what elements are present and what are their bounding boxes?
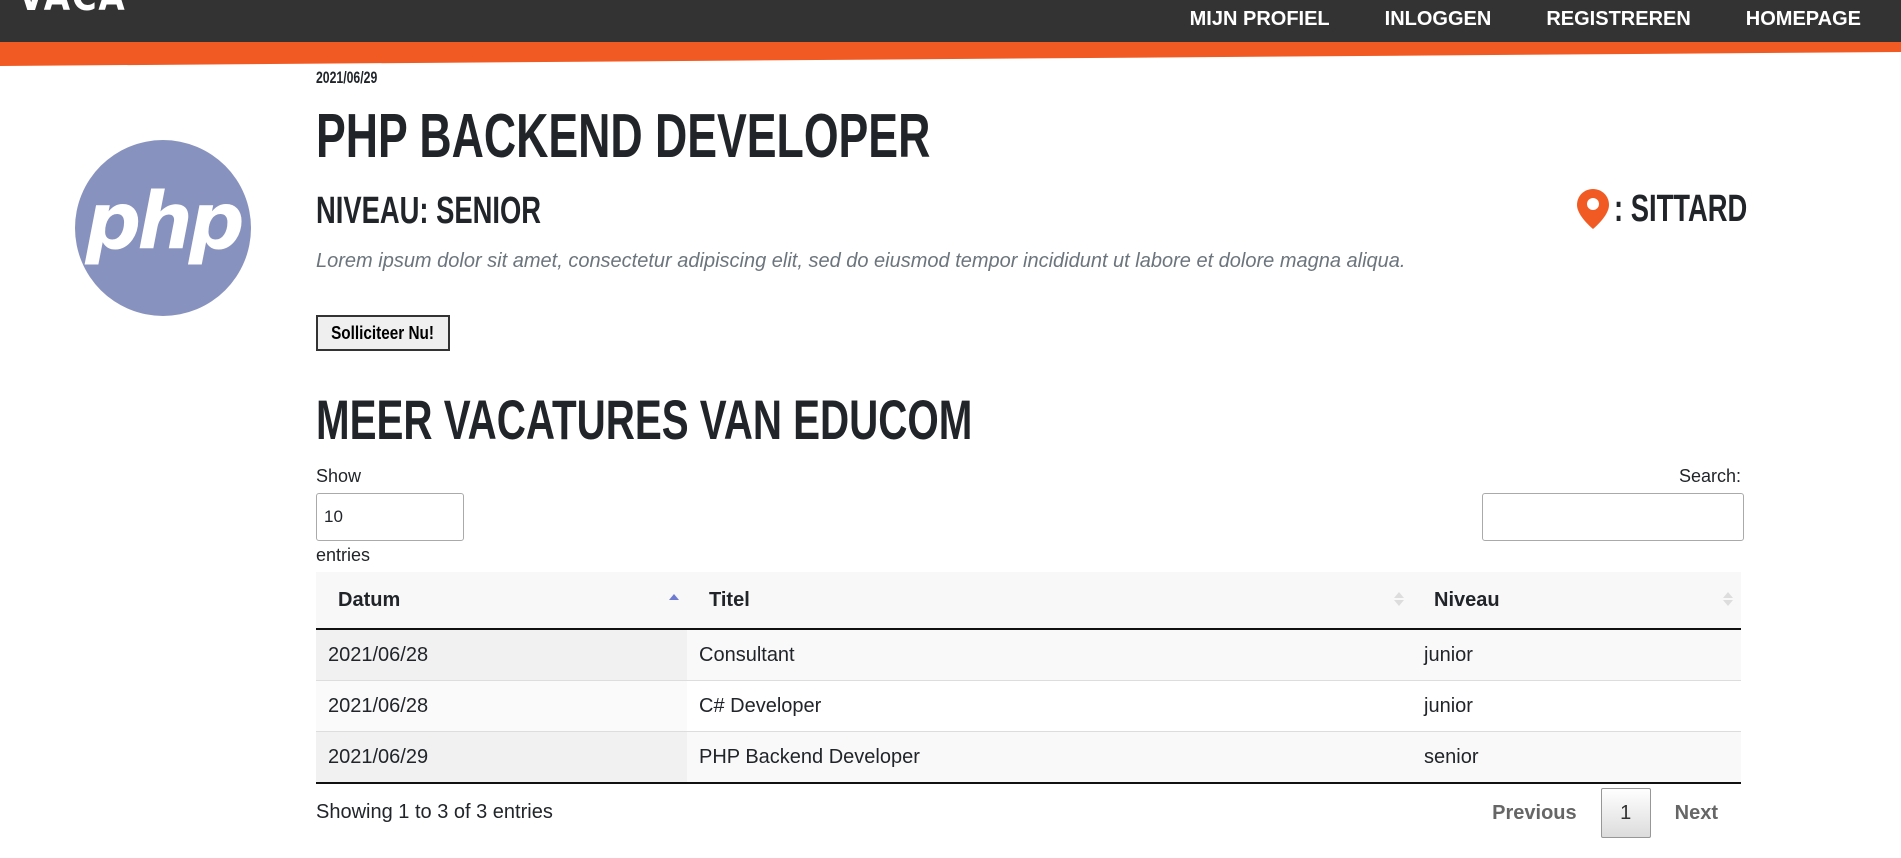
vacancy-title: PHP BACKEND DEVELOPER bbox=[316, 102, 931, 171]
cell-datum: 2021/06/29 bbox=[316, 731, 687, 784]
column-header-label: Datum bbox=[338, 588, 401, 611]
publication-date: 2021/06/29 bbox=[316, 68, 378, 87]
vacancies-table: Datum Titel Niveau 2021/06/28 Consultant… bbox=[316, 572, 1741, 784]
table-row: 2021/06/29 PHP Backend Developer senior bbox=[316, 731, 1741, 784]
table-row: 2021/06/28 C# Developer junior bbox=[316, 680, 1741, 732]
sort-both-icon bbox=[1394, 592, 1404, 606]
apply-now-label: Solliciteer Nu! bbox=[331, 322, 435, 343]
cell-niveau: junior bbox=[1412, 629, 1741, 681]
nav-link-homepage[interactable]: HOMEPAGE bbox=[1746, 8, 1861, 31]
column-header-label: Niveau bbox=[1434, 588, 1500, 611]
map-pin-icon bbox=[1577, 189, 1609, 229]
table-info: Showing 1 to 3 of 3 entries bbox=[316, 801, 553, 823]
vacancy-description: Lorem ipsum dolor sit amet, consectetur … bbox=[316, 250, 1406, 272]
table-header-row: Datum Titel Niveau bbox=[316, 572, 1741, 630]
pagination-next[interactable]: Next bbox=[1651, 802, 1742, 825]
entries-label: entries bbox=[316, 545, 371, 565]
nav-link-login[interactable]: INLOGGEN bbox=[1385, 8, 1492, 31]
nav-link-register[interactable]: REGISTREREN bbox=[1546, 8, 1690, 31]
vacancy-level: NIVEAU: SENIOR bbox=[316, 190, 541, 232]
cell-datum: 2021/06/28 bbox=[316, 629, 687, 681]
nav-link-my-profile[interactable]: MIJN PROFIEL bbox=[1190, 8, 1330, 31]
entries-length-select[interactable]: 10 bbox=[316, 493, 464, 541]
cell-datum: 2021/06/28 bbox=[316, 680, 687, 732]
pagination-page-current[interactable]: 1 bbox=[1600, 788, 1651, 838]
apply-now-button[interactable]: Solliciteer Nu! bbox=[316, 315, 450, 351]
header-accent-stripe bbox=[0, 42, 1901, 66]
column-header-label: Titel bbox=[709, 588, 750, 611]
location-text: : SITTARD bbox=[1614, 188, 1748, 230]
sort-asc-icon bbox=[669, 594, 679, 600]
main-nav: MIJN PROFIEL INLOGGEN REGISTREREN HOMEPA… bbox=[1135, 8, 1861, 31]
column-header-titel[interactable]: Titel bbox=[687, 572, 1412, 630]
php-logo-text: php bbox=[84, 177, 241, 267]
search-label: Search: bbox=[1679, 466, 1742, 486]
pagination-previous[interactable]: Previous bbox=[1468, 802, 1600, 825]
sort-both-icon bbox=[1723, 592, 1733, 606]
column-header-niveau[interactable]: Niveau bbox=[1412, 572, 1741, 630]
cell-titel: C# Developer bbox=[687, 680, 1412, 732]
cell-niveau: senior bbox=[1412, 731, 1741, 784]
cell-titel: Consultant bbox=[687, 629, 1412, 681]
column-header-datum[interactable]: Datum bbox=[316, 572, 687, 630]
search-input[interactable] bbox=[1482, 493, 1744, 541]
company-logo-php: php bbox=[75, 140, 251, 316]
pagination: Previous 1 Next bbox=[1468, 788, 1742, 838]
cell-niveau: junior bbox=[1412, 680, 1741, 732]
top-navbar: VACA MIJN PROFIEL INLOGGEN REGISTREREN H… bbox=[0, 0, 1901, 42]
show-label: Show bbox=[316, 466, 362, 486]
cell-titel: PHP Backend Developer bbox=[687, 731, 1412, 784]
more-vacancies-title: MEER VACATURES VAN EDUCOM bbox=[316, 388, 973, 451]
site-logo[interactable]: VACA bbox=[18, 0, 126, 20]
table-row: 2021/06/28 Consultant junior bbox=[316, 629, 1741, 681]
vacancy-location: : SITTARD bbox=[1576, 188, 1799, 230]
